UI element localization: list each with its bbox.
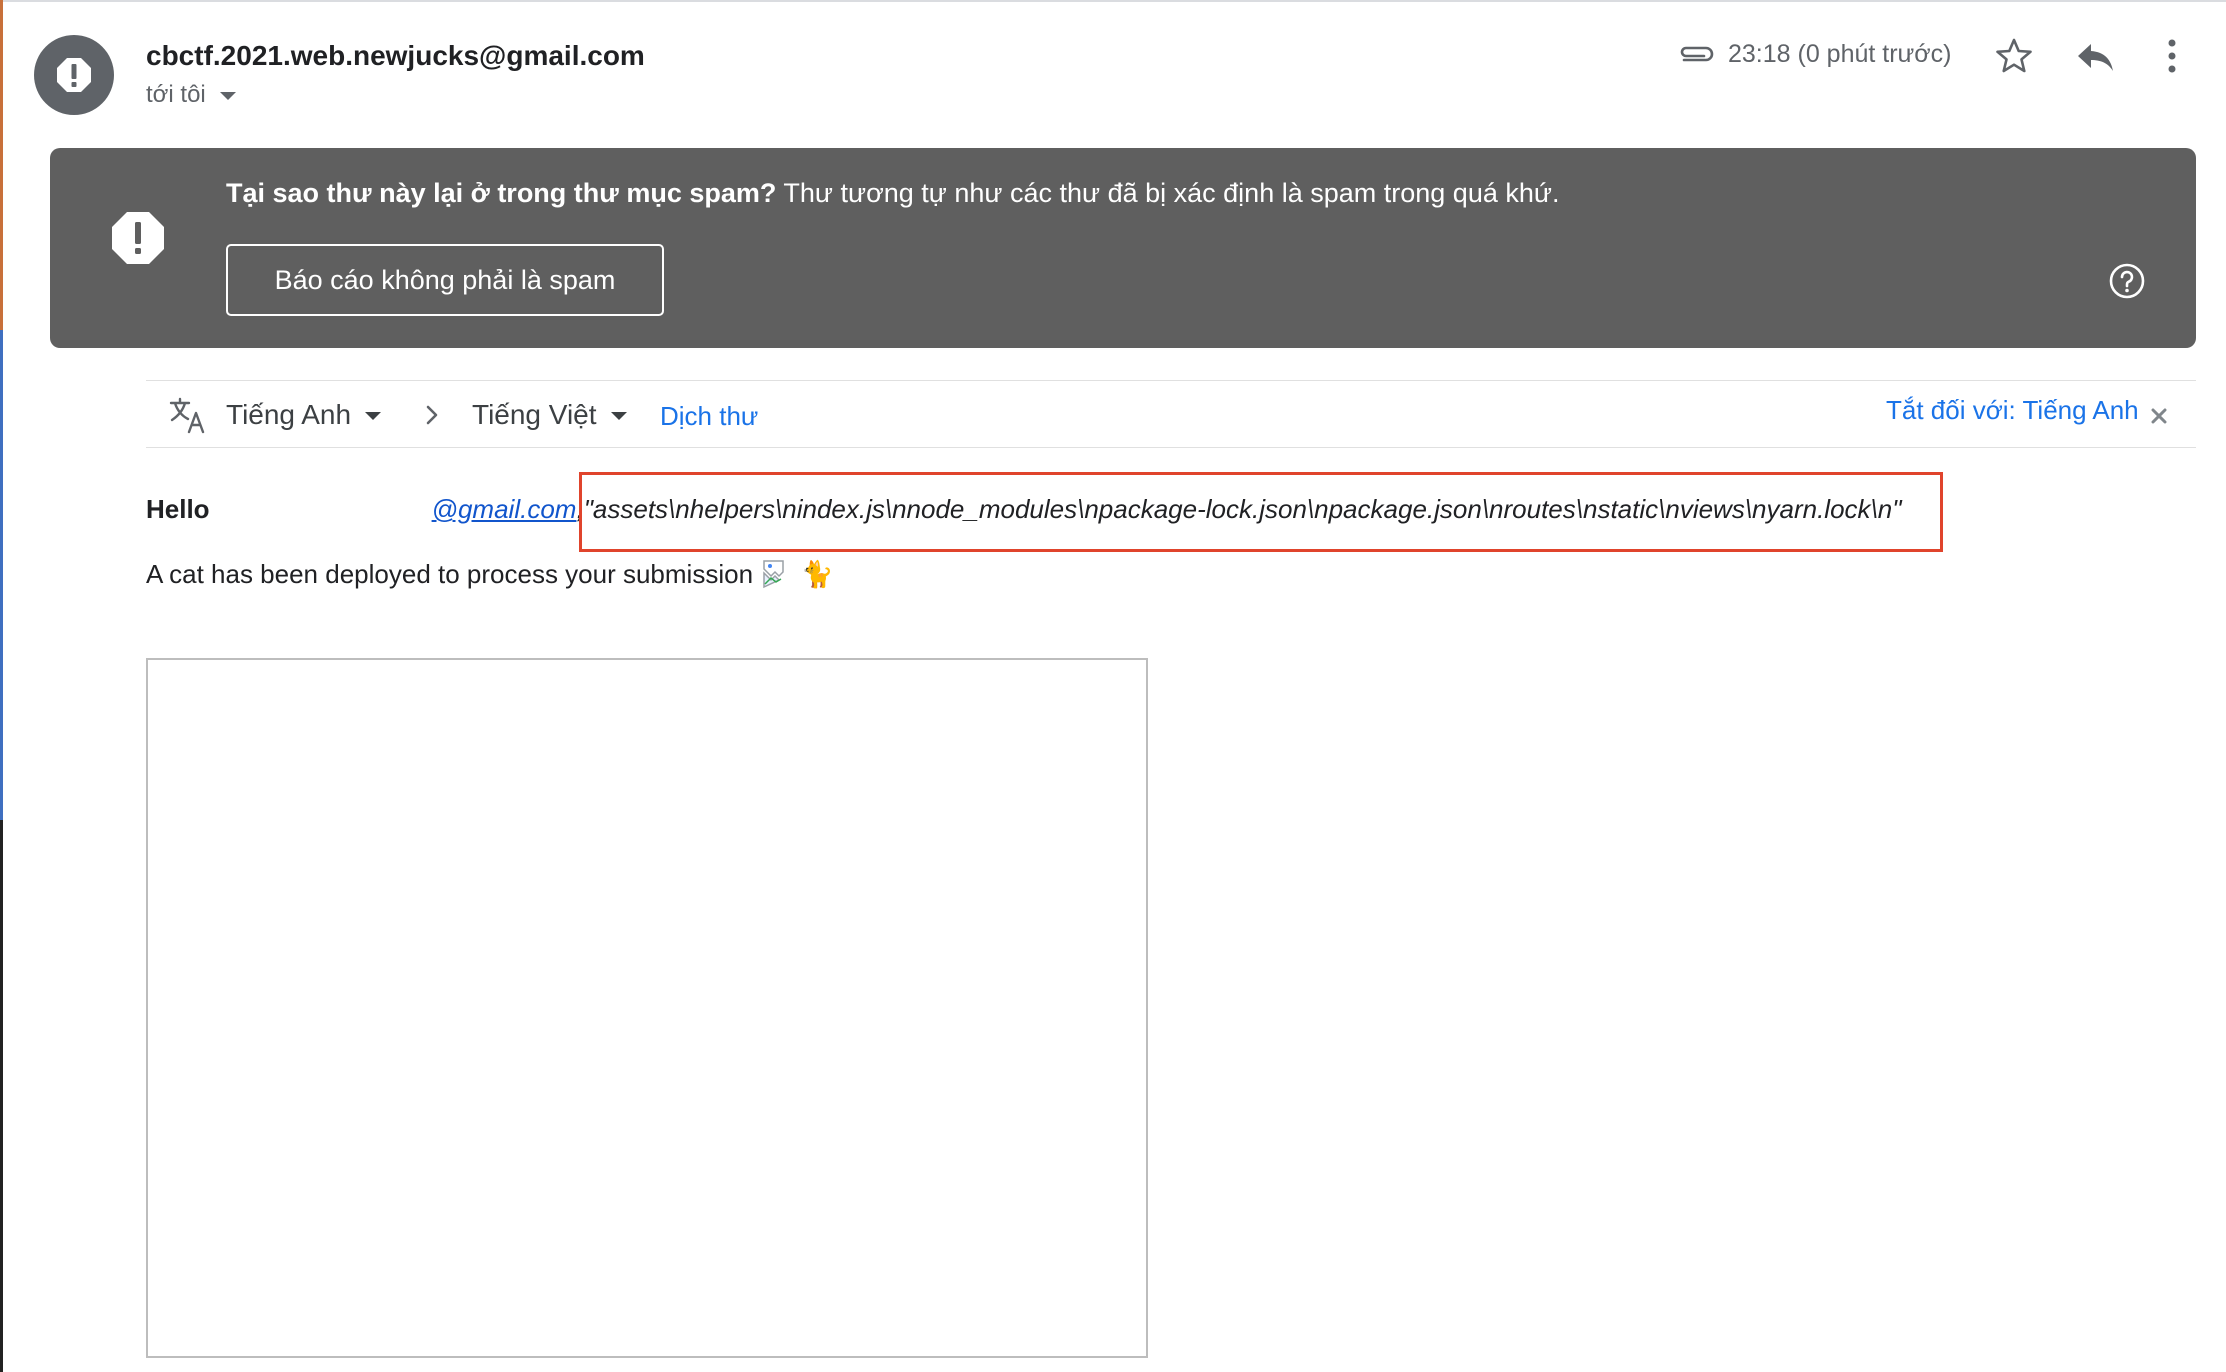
recipient-dropdown[interactable]: tới tôi <box>146 81 236 109</box>
more-vert-icon[interactable] <box>2160 36 2184 76</box>
broken-image-icon <box>763 560 784 589</box>
window-edge <box>0 330 3 820</box>
cat-emoji: 🐈 <box>801 558 834 589</box>
email-timestamp: 23:18 (0 phút trước) <box>1728 40 1952 68</box>
directory-listing-payload: "assets\nhelpers\nindex.js\nnode_modules… <box>583 494 1902 524</box>
cat-message: A cat has been deployed to process your … <box>146 558 833 590</box>
sender-email[interactable]: cbctf.2021.web.newjucks@gmail.com <box>146 40 645 72</box>
spam-explanation: Tại sao thư này lại ở trong thư mục spam… <box>226 178 2126 209</box>
report-not-spam-button[interactable]: Báo cáo không phải là spam <box>226 244 664 316</box>
spam-question: Tại sao thư này lại ở trong thư mục spam… <box>226 178 777 208</box>
window-edge <box>0 820 3 1372</box>
translate-icon <box>169 397 205 434</box>
email-view: cbctf.2021.web.newjucks@gmail.com tới tô… <box>0 0 2226 1372</box>
help-icon[interactable] <box>2108 262 2146 300</box>
cat-text: A cat has been deployed to process your … <box>146 558 754 589</box>
source-language-select[interactable]: Tiếng Anh <box>226 399 382 431</box>
spam-reason: Thư tương tự như các thư đã bị xác định … <box>776 178 1560 208</box>
greeting: Hello <box>146 494 210 524</box>
source-language-label: Tiếng Anh <box>226 399 352 430</box>
caret-down-icon <box>610 412 627 420</box>
recipient-label: tới tôi <box>146 81 206 108</box>
caret-down-icon <box>365 412 382 420</box>
star-icon[interactable] <box>1994 36 2034 76</box>
turn-off-translation-link[interactable]: Tắt đối với: Tiếng Anh <box>1886 395 2139 426</box>
attachment-icon <box>1680 46 1714 62</box>
email-link[interactable]: @gmail.com <box>432 494 577 525</box>
translate-bar: Tiếng Anh Tiếng Việt Dịch thư Tắt đối vớ… <box>146 380 2196 448</box>
close-icon[interactable] <box>2150 407 2168 425</box>
chevron-right-icon <box>426 405 438 425</box>
spam-warning-banner: Tại sao thư này lại ở trong thư mục spam… <box>50 148 2196 348</box>
translate-message-link[interactable]: Dịch thư <box>660 401 758 432</box>
embedded-image-frame <box>146 658 1148 1358</box>
caret-down-icon <box>219 92 236 100</box>
warning-icon <box>57 58 91 92</box>
separator: , <box>576 494 584 524</box>
top-divider <box>0 0 2226 2</box>
sender-avatar[interactable] <box>34 35 114 115</box>
target-language-label: Tiếng Việt <box>472 399 597 430</box>
target-language-select[interactable]: Tiếng Việt <box>472 399 627 431</box>
greeting-line: Hello @gmail.com , "assets\nhelpers\nind… <box>146 494 1901 525</box>
window-edge <box>0 0 3 330</box>
warning-icon <box>112 212 164 264</box>
reply-icon[interactable] <box>2074 36 2116 76</box>
